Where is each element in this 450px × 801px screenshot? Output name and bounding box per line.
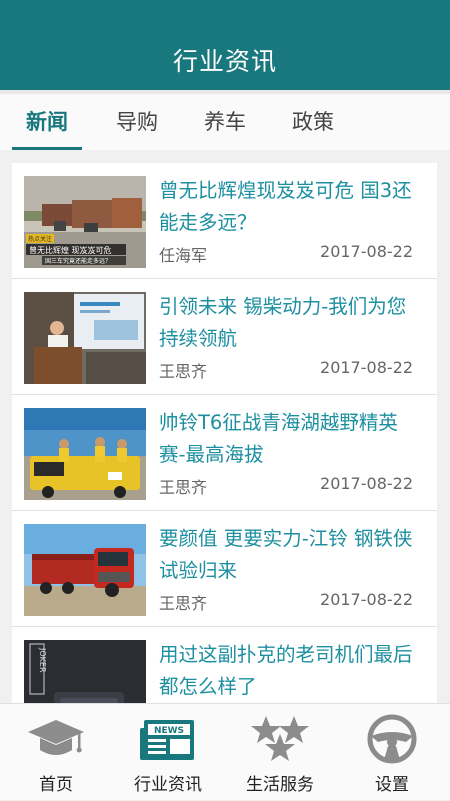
nav-settings-label: 设置 <box>375 775 409 795</box>
bottom-navigation: 首页 NEWS 行业资讯 生活服务 设置 <box>0 703 450 800</box>
news-item[interactable]: JOKER 用过这副扑克的老司机们最后都怎么样了 <box>12 627 437 703</box>
news-date: 2017-08-22 <box>320 590 413 609</box>
thumbnail-tag: 热点关注 <box>28 235 52 243</box>
tab-policy[interactable]: 政策 <box>278 94 348 150</box>
news-item[interactable]: 帅铃T6征战青海湖越野精英赛-最高海拔 王思齐 2017-08-22 <box>12 395 437 511</box>
nav-life-services-label: 生活服务 <box>246 775 314 795</box>
news-date: 2017-08-22 <box>320 358 413 377</box>
news-author: 王思齐 <box>159 362 208 381</box>
nav-industry-news[interactable]: NEWS 行业资讯 <box>112 704 224 801</box>
stars-icon <box>250 714 310 764</box>
news-thumbnail <box>24 524 146 616</box>
category-tab-bar: 新闻 导购 养车 政策 <box>0 90 450 150</box>
news-author: 王思齐 <box>159 594 208 613</box>
news-thumbnail <box>24 292 146 384</box>
newspaper-icon: NEWS <box>138 714 198 764</box>
news-title[interactable]: 帅铃T6征战青海湖越野精英赛-最高海拔 <box>159 407 423 471</box>
tab-news[interactable]: 新闻 <box>12 94 82 150</box>
nav-industry-news-label: 行业资讯 <box>134 775 202 795</box>
active-tab-indicator <box>12 147 82 150</box>
news-title[interactable]: 引领未来 锡柴动力-我们为您持续领航 <box>159 291 423 355</box>
nav-home-label: 首页 <box>39 775 73 795</box>
news-title[interactable]: 曾无比辉煌现岌岌可危 国3还能走多远？ <box>159 175 423 239</box>
nav-life-services[interactable]: 生活服务 <box>224 704 336 801</box>
news-item[interactable]: 引领未来 锡柴动力-我们为您持续领航 王思齐 2017-08-22 <box>12 279 437 395</box>
thumbnail-caption: 曾无比辉煌 现岌岌可危 <box>29 245 112 255</box>
news-title[interactable]: 要颜值 更要实力-江铃 钢铁侠试验归来 <box>159 523 423 587</box>
steering-wheel-icon <box>362 714 422 764</box>
page-title: 行业资讯 <box>172 47 277 76</box>
tab-car-care[interactable]: 养车 <box>190 94 260 150</box>
news-thumbnail <box>24 408 146 500</box>
news-date: 2017-08-22 <box>320 474 413 493</box>
thumbnail-text: JOKER <box>38 647 47 673</box>
news-title[interactable]: 用过这副扑克的老司机们最后都怎么样了 <box>159 639 423 703</box>
app-title-bar: 行业资讯 <box>0 0 450 90</box>
news-thumbnail: 热点关注 曾无比辉煌 现岌岌可危 国三车究竟还能走多远？ <box>24 176 146 268</box>
newspaper-icon-text: NEWS <box>154 726 184 736</box>
news-author: 王思齐 <box>159 478 208 497</box>
news-item[interactable]: 热点关注 曾无比辉煌 现岌岌可危 国三车究竟还能走多远？ 曾无比辉煌现岌岌可危 … <box>12 163 437 279</box>
nav-settings[interactable]: 设置 <box>336 704 448 801</box>
news-date: 2017-08-22 <box>320 242 413 261</box>
nav-home[interactable]: 首页 <box>0 704 112 801</box>
news-list[interactable]: 热点关注 曾无比辉煌 现岌岌可危 国三车究竟还能走多远？ 曾无比辉煌现岌岌可危 … <box>12 163 437 703</box>
news-author: 任海军 <box>159 246 208 265</box>
thumbnail-subcaption: 国三车究竟还能走多远？ <box>45 257 111 265</box>
news-item[interactable]: 要颜值 更要实力-江铃 钢铁侠试验归来 王思齐 2017-08-22 <box>12 511 437 627</box>
tab-buying-guide[interactable]: 导购 <box>102 94 172 150</box>
graduation-cap-icon <box>26 714 86 764</box>
news-thumbnail: JOKER <box>24 640 146 703</box>
